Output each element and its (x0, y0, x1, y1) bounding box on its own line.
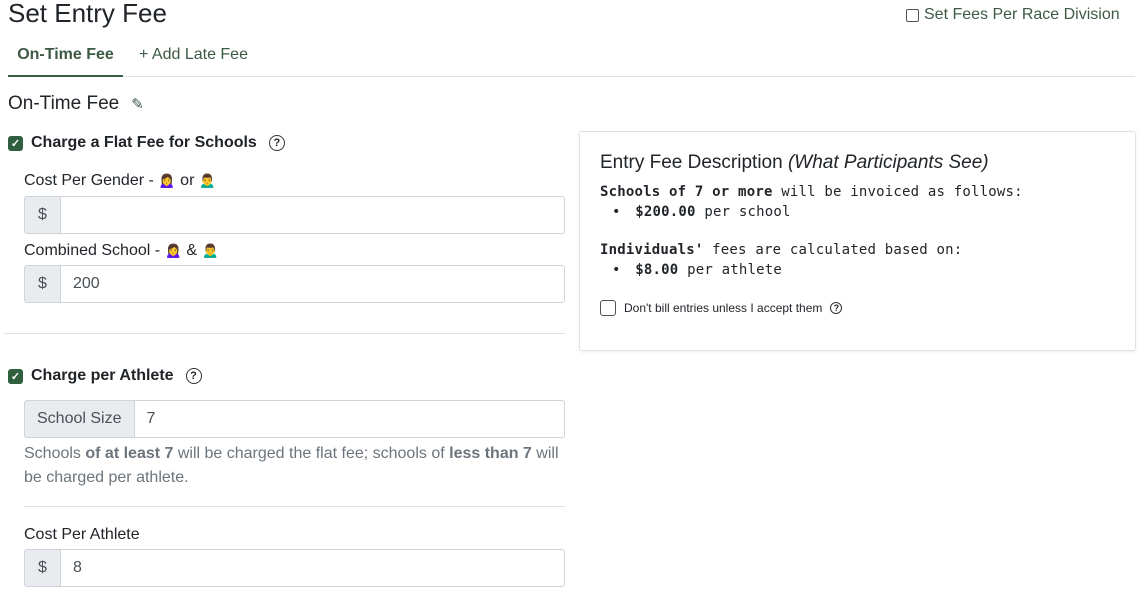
combined-school-input-group: $ 200 (24, 265, 565, 303)
division-checkbox[interactable] (906, 8, 919, 22)
flat-fee-checkbox[interactable]: ✓ (8, 135, 23, 151)
individuals-line-bold: Individuals' (600, 242, 704, 258)
individuals-line: Individuals' fees are calculated based o… (600, 240, 1115, 260)
schools-line-bold: Schools of 7 or more (600, 184, 773, 200)
per-athlete-option[interactable]: ✓ Charge per Athlete ? (8, 367, 202, 385)
connector-text: or (180, 172, 195, 189)
add-late-fee-tab[interactable]: + Add Late Fee (139, 44, 248, 66)
set-fees-per-division-toggle[interactable]: Set Fees Per Race Division (906, 6, 1120, 24)
school-size-addon: School Size (24, 400, 134, 438)
individuals-line-rest: fees are calculated based on: (703, 242, 963, 258)
section-heading-text: On-Time Fee (8, 93, 120, 114)
schools-line-rest: will be invoiced as follows: (772, 184, 1023, 200)
entry-fee-description-card: Entry Fee Description (What Participants… (579, 131, 1136, 351)
cost-per-gender-input[interactable] (60, 196, 565, 234)
cost-per-gender-label: Cost Per Gender - 🙍‍♀️ or 🙍‍♂️ (24, 172, 216, 190)
female-person-icon: 🙍‍♀️ (158, 172, 176, 188)
divider (24, 506, 565, 507)
question-circle-icon[interactable]: ? (830, 302, 843, 314)
per-athlete-label: Charge per Athlete (31, 367, 174, 384)
female-person-icon: 🙍‍♀️ (164, 242, 182, 258)
question-circle-icon[interactable]: ? (185, 368, 202, 384)
per-athlete-checkbox[interactable]: ✓ (8, 368, 23, 384)
help-text-bold: of at least 7 (85, 445, 174, 462)
cost-per-athlete-input[interactable]: 8 (60, 549, 565, 587)
athlete-fee-unit: per athlete (678, 262, 782, 278)
question-circle-icon[interactable]: ? (268, 135, 285, 151)
school-size-input[interactable]: 7 (133, 400, 565, 438)
dollar-addon: $ (24, 196, 60, 234)
card-title-text: Entry Fee Description (600, 152, 783, 173)
cost-per-gender-text: Cost Per Gender - (24, 172, 159, 189)
tab-on-time-fee[interactable]: On-Time Fee (8, 44, 123, 77)
cost-per-athlete-label: Cost Per Athlete (24, 526, 140, 543)
combined-school-input[interactable]: 200 (60, 265, 565, 303)
flat-fee-option[interactable]: ✓ Charge a Flat Fee for Schools ? (8, 134, 285, 152)
accept-entries-label: Don't bill entries unless I accept them (624, 301, 823, 315)
flat-fee-label: Charge a Flat Fee for Schools (31, 134, 257, 151)
cost-per-athlete-input-group: $ 8 (24, 549, 565, 587)
school-size-help: Schools of at least 7 will be charged th… (24, 442, 564, 490)
divider (4, 333, 565, 334)
dollar-addon: $ (24, 549, 60, 587)
help-text-part: Schools (24, 445, 86, 462)
help-text-part: will be charged the flat fee; schools of (173, 445, 450, 462)
athlete-fee-bullet: $8.00 per athlete (600, 260, 1115, 280)
school-size-input-group: School Size 7 (24, 400, 565, 438)
section-heading: On-Time Fee ✎ (8, 93, 144, 115)
card-title: Entry Fee Description (What Participants… (600, 152, 1115, 174)
help-text-bold: less than 7 (449, 445, 532, 462)
dollar-addon: $ (24, 265, 60, 303)
male-person-icon: 🙍‍♂️ (198, 172, 217, 188)
pencil-icon[interactable]: ✎ (131, 95, 144, 113)
fee-tabs: On-Time Fee + Add Late Fee (8, 44, 1135, 77)
division-label: Set Fees Per Race Division (924, 6, 1120, 23)
schools-line: Schools of 7 or more will be invoiced as… (600, 182, 1115, 202)
accept-entries-checkbox[interactable] (600, 300, 616, 316)
accept-entries-option[interactable]: Don't bill entries unless I accept them … (600, 300, 1115, 316)
school-fee-bullet: $200.00 per school (600, 202, 1115, 222)
school-fee-unit: per school (695, 204, 791, 220)
male-person-icon: 🙍‍♂️ (201, 242, 219, 258)
connector-text: & (186, 242, 198, 259)
cost-per-gender-input-group: $ (24, 196, 565, 234)
combined-school-label: Combined School - 🙍‍♀️ & 🙍‍♂️ (24, 242, 219, 260)
page-title: Set Entry Fee (8, 0, 167, 28)
combined-school-text: Combined School - (24, 242, 165, 259)
athlete-fee-amount: $8.00 (635, 262, 679, 278)
card-title-italic: (What Participants See) (787, 152, 989, 173)
school-fee-amount: $200.00 (635, 204, 696, 220)
